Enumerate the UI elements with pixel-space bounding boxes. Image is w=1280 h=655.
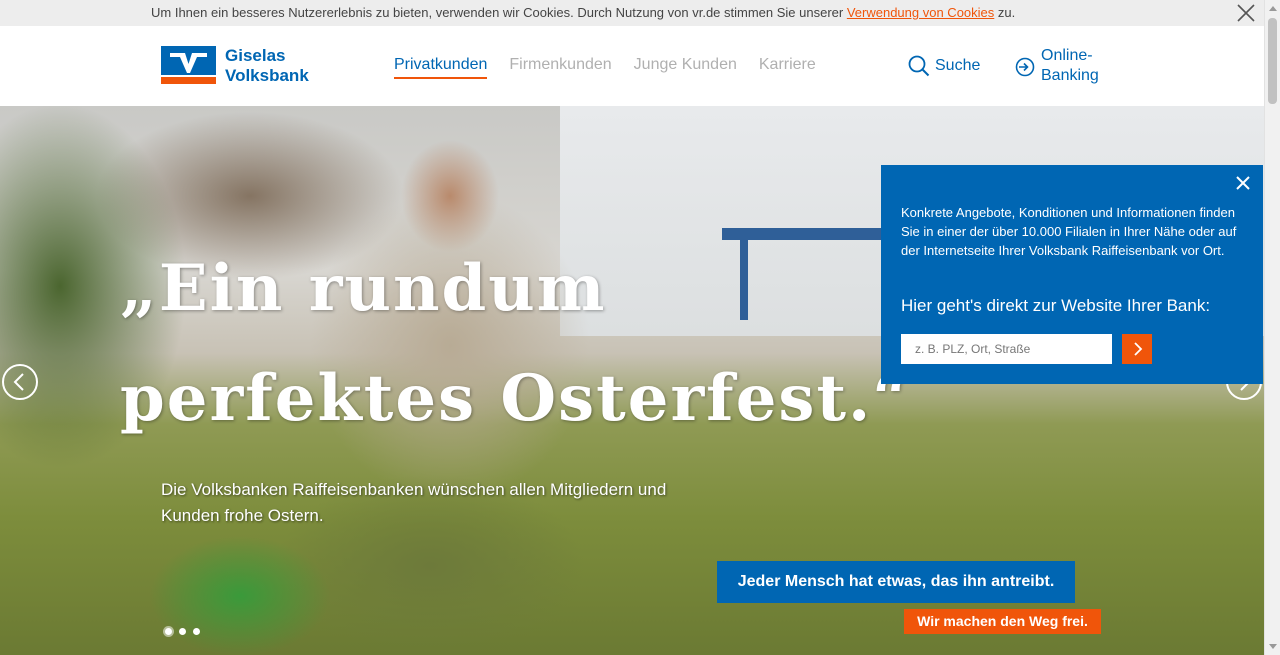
hero-headline: „Ein rundum perfektes Osterfest.“ [120,251,912,436]
hero-subtext: Die Volksbanken Raiffeisenbanken wünsche… [161,480,667,525]
chevron-left-icon [13,373,24,391]
popup-cta-text: Hier geht's direkt zur Website Ihrer Ban… [901,296,1211,315]
slider-prev-button[interactable] [2,364,38,400]
cookie-bar: Um Ihnen ein besseres Nutzererlebnis zu … [0,0,1264,26]
online-banking-label: Online- Banking [1041,47,1099,84]
slider-dot[interactable] [165,628,172,635]
slider-dot[interactable] [179,628,186,635]
bank-search-input[interactable] [901,334,1112,364]
close-icon[interactable] [1233,173,1253,193]
login-icon [1015,57,1035,77]
scroll-down-icon[interactable] [1269,644,1277,649]
bank-finder-popup: Konkrete Angebote, Konditionen und Infor… [881,165,1263,384]
main-nav: Privatkunden Firmenkunden Junge Kunden K… [394,56,838,79]
slogan-banner: Jeder Mensch hat etwas, das ihn antreibt… [717,561,1075,603]
bank-logo[interactable]: Giselas Volksbank [161,46,309,86]
cookie-policy-link[interactable]: Verwendung von Cookies [847,5,994,20]
volksbank-logo-icon [161,46,216,84]
scroll-up-icon[interactable] [1269,6,1277,11]
close-icon[interactable] [1236,3,1256,23]
search-icon [908,55,930,77]
slider-dots [165,628,207,635]
bank-name: Giselas Volksbank [225,46,309,85]
cookie-notice: Um Ihnen ein besseres Nutzererlebnis zu … [151,5,1016,20]
bank-search-submit-button[interactable] [1122,334,1152,364]
online-banking-button[interactable]: Online- Banking [1015,46,1099,86]
nav-privatkunden[interactable]: Privatkunden [394,56,488,79]
slider-dot[interactable] [193,628,200,635]
page-scrollbar[interactable] [1264,0,1280,655]
chevron-right-icon [1134,342,1143,356]
site-header: Giselas Volksbank Privatkunden Firmenkun… [0,26,1264,106]
search-button[interactable]: Suche [908,55,980,77]
nav-junge-kunden[interactable]: Junge Kunden [634,56,737,79]
popup-info-text: Konkrete Angebote, Konditionen und Infor… [901,205,1237,258]
nav-firmenkunden[interactable]: Firmenkunden [509,56,611,79]
scroll-thumb[interactable] [1268,18,1277,104]
claim-banner: Wir machen den Weg frei. [904,609,1101,634]
nav-karriere[interactable]: Karriere [759,56,816,79]
search-label: Suche [935,57,981,74]
